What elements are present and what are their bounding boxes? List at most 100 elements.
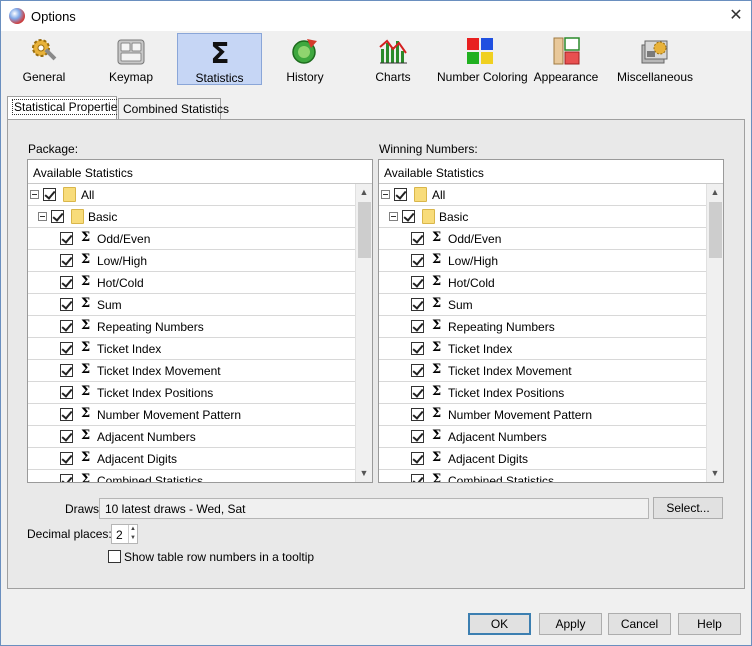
sigma-icon: Σ (432, 406, 442, 421)
scroll-thumb[interactable] (358, 202, 371, 258)
checkbox[interactable] (411, 452, 424, 465)
tooltip-checkbox[interactable] (108, 550, 121, 563)
toolbar-appearance[interactable]: Appearance (528, 33, 604, 85)
checkbox[interactable] (43, 188, 56, 201)
checkbox[interactable] (60, 386, 73, 399)
checkbox[interactable] (411, 364, 424, 377)
row-label: Hot/Cold (97, 276, 144, 290)
checkbox[interactable] (60, 298, 73, 311)
checkbox[interactable] (51, 210, 64, 223)
sigma-icon: Σ (81, 428, 91, 443)
close-icon[interactable]: ✕ (721, 1, 751, 31)
toolbar-keymap[interactable]: Keymap (93, 33, 169, 85)
checkbox[interactable] (60, 254, 73, 267)
tree-row-statistic[interactable]: Σ Adjacent Digits (379, 448, 706, 470)
sigma-icon: Σ (432, 296, 442, 311)
tree-row-all[interactable]: All (28, 184, 355, 206)
toolbar-miscellaneous[interactable]: Miscellaneous (615, 33, 695, 85)
tree-row-statistic[interactable]: Σ Ticket Index Positions (28, 382, 355, 404)
tree-row-statistic[interactable]: Σ Low/High (379, 250, 706, 272)
tree-row-statistic[interactable]: Σ Repeating Numbers (28, 316, 355, 338)
tree-row-statistic[interactable]: Σ Repeating Numbers (379, 316, 706, 338)
decimal-places-spinner[interactable]: 2 ▲ ▼ (111, 524, 138, 544)
checkbox[interactable] (411, 298, 424, 311)
tab-combined-statistics[interactable]: Combined Statistics (118, 98, 229, 120)
tree-row-statistic[interactable]: Σ Adjacent Digits (28, 448, 355, 470)
select-draws-button[interactable]: Select... (653, 497, 723, 519)
tree-row-statistic[interactable]: Σ Ticket Index (28, 338, 355, 360)
toolbar-history[interactable]: History (267, 33, 343, 85)
row-label: All (432, 188, 446, 202)
tree-row-statistic[interactable]: Σ Adjacent Numbers (379, 426, 706, 448)
collapse-icon[interactable] (30, 190, 39, 199)
tree-row-statistic[interactable]: Σ Adjacent Numbers (28, 426, 355, 448)
toolbar-general[interactable]: General (6, 33, 82, 85)
checkbox[interactable] (411, 320, 424, 333)
checkbox[interactable] (402, 210, 415, 223)
tree-row-statistic[interactable]: Σ Combined Statistics (28, 470, 355, 482)
tree-row-statistic[interactable]: Σ Odd/Even (28, 228, 355, 250)
checkbox[interactable] (60, 408, 73, 421)
checkbox[interactable] (411, 430, 424, 443)
checkbox[interactable] (60, 342, 73, 355)
spin-down-icon[interactable]: ▼ (128, 534, 137, 543)
tree-row-basic[interactable]: Basic (379, 206, 706, 228)
tree-row-statistic[interactable]: Σ Number Movement Pattern (379, 404, 706, 426)
checkbox[interactable] (60, 232, 73, 245)
checkbox[interactable] (411, 342, 424, 355)
folder-icon (422, 209, 435, 224)
scroll-down-icon[interactable]: ▼ (707, 465, 723, 482)
apply-button[interactable]: Apply (539, 613, 602, 635)
winning-scrollbar[interactable]: ▲ ▼ (706, 184, 723, 482)
tree-row-statistic[interactable]: Σ Ticket Index Positions (379, 382, 706, 404)
checkbox[interactable] (411, 254, 424, 267)
scroll-down-icon[interactable]: ▼ (356, 465, 372, 482)
tab-statistical-properties[interactable]: Statistical Properties (7, 96, 126, 120)
tree-row-statistic[interactable]: Σ Ticket Index (379, 338, 706, 360)
checkbox[interactable] (411, 386, 424, 399)
package-scrollbar[interactable]: ▲ ▼ (355, 184, 372, 482)
collapse-icon[interactable] (38, 212, 47, 221)
tree-row-statistic[interactable]: Σ Odd/Even (379, 228, 706, 250)
row-label: Number Movement Pattern (448, 408, 593, 422)
checkbox[interactable] (411, 276, 424, 289)
sigma-icon: Σ (81, 230, 91, 245)
checkbox[interactable] (411, 408, 424, 421)
toolbar-statistics[interactable]: Σ Statistics (177, 33, 262, 85)
sigma-icon: Σ (432, 230, 442, 245)
tree-row-statistic[interactable]: Σ Low/High (28, 250, 355, 272)
collapse-icon[interactable] (381, 190, 390, 199)
cancel-button[interactable]: Cancel (608, 613, 671, 635)
tree-row-statistic[interactable]: Σ Hot/Cold (379, 272, 706, 294)
scroll-up-icon[interactable]: ▲ (356, 184, 372, 201)
toolbar-charts[interactable]: Charts (355, 33, 431, 85)
collapse-icon[interactable] (389, 212, 398, 221)
tree-row-statistic[interactable]: Σ Sum (28, 294, 355, 316)
checkbox[interactable] (411, 232, 424, 245)
tree-row-statistic[interactable]: Σ Ticket Index Movement (379, 360, 706, 382)
checkbox[interactable] (60, 474, 73, 482)
checkbox[interactable] (394, 188, 407, 201)
tree-row-statistic[interactable]: Σ Ticket Index Movement (28, 360, 355, 382)
checkbox[interactable] (60, 320, 73, 333)
tree-row-statistic[interactable]: Σ Sum (379, 294, 706, 316)
checkbox[interactable] (60, 364, 73, 377)
spin-up-icon[interactable]: ▲ (128, 525, 137, 534)
checkbox[interactable] (60, 276, 73, 289)
tree-row-basic[interactable]: Basic (28, 206, 355, 228)
checkbox[interactable] (411, 474, 424, 482)
sigma-icon: Σ (432, 428, 442, 443)
help-button[interactable]: Help (678, 613, 741, 635)
checkbox[interactable] (60, 430, 73, 443)
folder-icon (63, 187, 76, 202)
folder-icon (414, 187, 427, 202)
checkbox[interactable] (60, 452, 73, 465)
tree-row-statistic[interactable]: Σ Combined Statistics (379, 470, 706, 482)
scroll-thumb[interactable] (709, 202, 722, 258)
ok-button[interactable]: OK (468, 613, 531, 635)
tree-row-all[interactable]: All (379, 184, 706, 206)
toolbar-number-coloring[interactable]: Number Coloring (437, 33, 528, 85)
tree-row-statistic[interactable]: Σ Hot/Cold (28, 272, 355, 294)
tree-row-statistic[interactable]: Σ Number Movement Pattern (28, 404, 355, 426)
scroll-up-icon[interactable]: ▲ (707, 184, 723, 201)
